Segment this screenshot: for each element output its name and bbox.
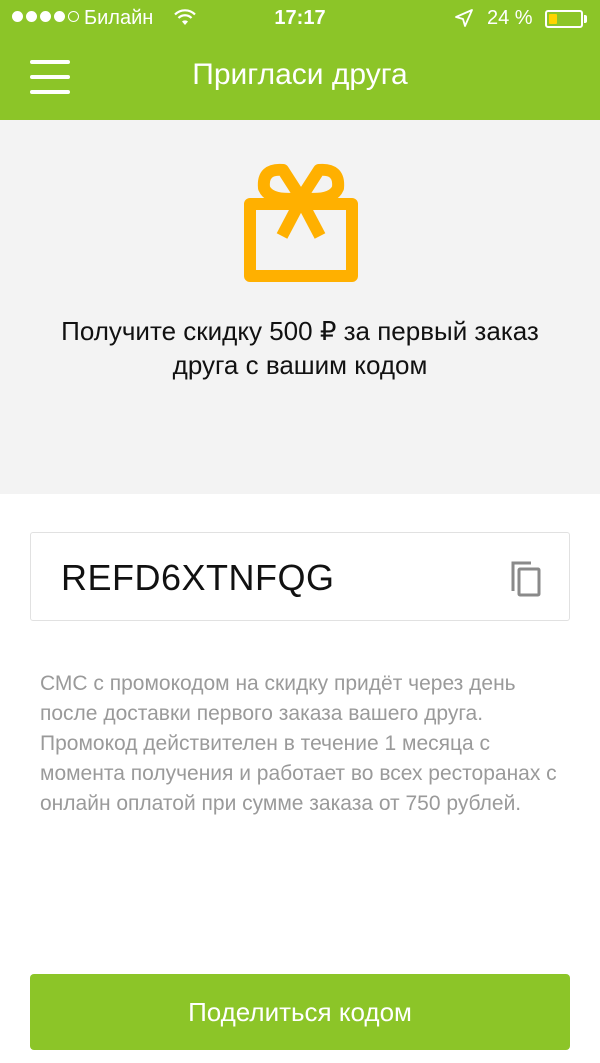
battery-icon <box>545 10 583 28</box>
battery-percentage: 24 % <box>487 7 533 29</box>
invite-hero: Получите скидку 500 ₽ за первый заказ др… <box>0 120 600 494</box>
referral-code-field[interactable]: REFD6XTNFQG <box>30 532 570 621</box>
top-bar: Билайн 17:17 24 % Пригласи друга <box>0 0 600 120</box>
promo-line-1: Получите скидку 500 ₽ за первый заказ <box>61 316 539 346</box>
promo-description: Получите скидку 500 ₽ за первый заказ др… <box>30 314 570 382</box>
location-arrow-icon <box>454 8 474 34</box>
referral-code: REFD6XTNFQG <box>61 557 335 598</box>
promo-line-2: друга с вашим кодом <box>172 350 428 380</box>
page-title: Пригласи друга <box>192 58 408 91</box>
battery-level-fill <box>549 14 557 24</box>
copy-icon[interactable] <box>507 559 543 599</box>
gift-icon <box>244 162 358 287</box>
battery-tip <box>584 15 587 23</box>
status-bar: Билайн 17:17 24 % <box>0 0 600 38</box>
share-code-button[interactable]: Поделиться кодом <box>30 974 570 1050</box>
promo-conditions-note: СМС с промокодом на скидку придёт через … <box>40 672 557 815</box>
